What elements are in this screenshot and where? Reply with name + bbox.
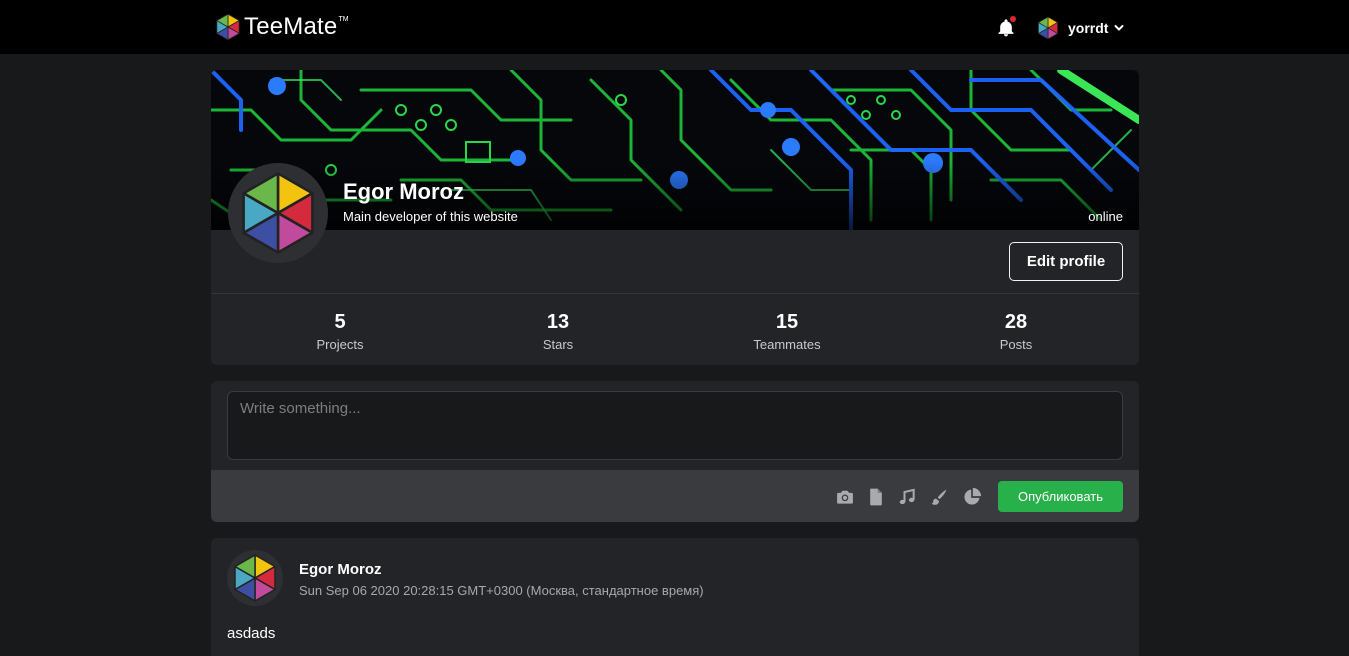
post-timestamp: Sun Sep 06 2020 20:28:15 GMT+0300 (Москв… <box>299 583 704 598</box>
top-navbar: TeeMate TM yorrdt <box>0 0 1349 54</box>
teemate-logo-icon <box>214 13 242 41</box>
notification-dot <box>1010 16 1016 22</box>
chevron-down-icon <box>1114 25 1124 31</box>
pie-chart-icon[interactable] <box>962 487 982 507</box>
profile-banner-image <box>211 70 1139 230</box>
camera-icon[interactable] <box>835 487 855 507</box>
edit-profile-button[interactable]: Edit profile <box>1009 242 1123 281</box>
stat-value: 13 <box>546 311 570 333</box>
stat-value: 5 <box>334 311 346 333</box>
stat-label: Stars <box>542 337 574 352</box>
post-avatar-logo-icon <box>230 553 280 603</box>
stat-teammates[interactable]: 15 Teammates <box>727 310 847 352</box>
post-body: asdads <box>227 625 276 642</box>
stat-label: Teammates <box>753 337 821 352</box>
profile-avatar[interactable] <box>228 163 328 263</box>
publish-button[interactable]: Опубликовать <box>998 481 1123 512</box>
profile-name: Egor Moroz <box>343 179 464 204</box>
stat-posts[interactable]: 28 Posts <box>956 310 1076 352</box>
profile-bio: Main developer of this website <box>343 209 518 224</box>
stat-stars[interactable]: 13 Stars <box>498 310 618 352</box>
profile-card: Egor Moroz Main developer of this websit… <box>211 70 1139 365</box>
profile-avatar-logo-icon <box>235 170 321 256</box>
brand-logo-link[interactable]: TeeMate TM <box>214 13 349 41</box>
stat-value: 15 <box>775 311 799 333</box>
post-author-name[interactable]: Egor Moroz <box>299 561 382 578</box>
composer-toolbar: Опубликовать <box>211 470 1139 522</box>
post-author-avatar[interactable] <box>227 550 283 606</box>
user-menu-dropdown[interactable]: yorrdt <box>1036 16 1124 40</box>
post-composer: Опубликовать <box>211 381 1139 522</box>
trademark-mark: TM <box>338 15 349 23</box>
online-status: online <box>1088 209 1123 224</box>
file-icon[interactable] <box>866 487 886 507</box>
username-label: yorrdt <box>1068 20 1109 36</box>
brush-icon[interactable] <box>929 487 949 507</box>
post-input[interactable] <box>227 391 1123 460</box>
user-avatar-icon <box>1036 16 1060 40</box>
stat-value: 28 <box>1004 311 1028 333</box>
post-card: Egor Moroz Sun Sep 06 2020 20:28:15 GMT+… <box>211 538 1139 656</box>
stat-label: Projects <box>316 337 364 352</box>
profile-divider <box>211 293 1139 294</box>
stat-label: Posts <box>999 337 1033 352</box>
music-icon[interactable] <box>897 487 917 507</box>
brand-name: TeeMate <box>244 13 338 40</box>
stat-projects[interactable]: 5 Projects <box>280 310 400 352</box>
